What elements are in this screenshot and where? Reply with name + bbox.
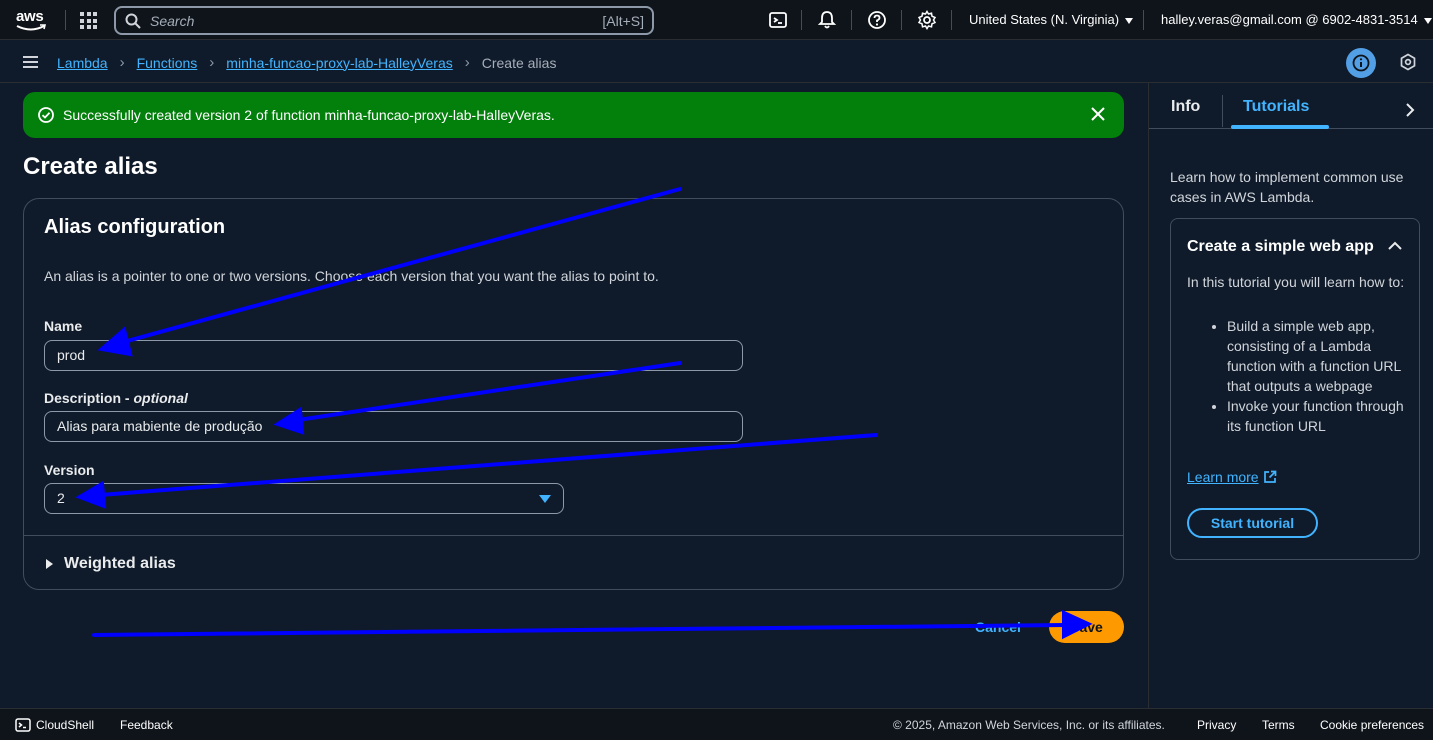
region-label: United States (N. Virginia) [969,12,1120,27]
panel-description: An alias is a pointer to one or two vers… [44,268,659,284]
breadcrumb-functions[interactable]: Functions [137,55,198,71]
settings-hexagon-icon[interactable] [1399,53,1417,71]
flash-message: Successfully created version 2 of functi… [63,107,555,123]
page-title: Create alias [23,153,158,180]
nav-divider [65,10,66,30]
cloudshell-icon [15,718,31,732]
privacy-link[interactable]: Privacy [1197,718,1236,732]
nav-divider [1143,10,1144,30]
list-item: Build a simple web app, consisting of a … [1227,316,1407,396]
save-button[interactable]: Save [1049,611,1124,643]
panel-heading: Alias configuration [44,216,226,238]
nav-divider [951,10,952,30]
version-selected-value: 2 [57,490,65,506]
caret-right-icon [46,559,53,569]
alias-configuration-panel: Alias configuration An alias is a pointe… [23,198,1124,590]
name-label: Name [44,318,83,334]
chevron-right-icon: › [209,54,215,71]
external-link-icon [1263,470,1276,483]
search-input[interactable]: Search [Alt+S] [114,6,654,35]
bell-icon[interactable] [817,10,837,30]
account-menu[interactable]: halley.veras@gmail.com @ 6902-4831-3514 [1161,12,1432,27]
feedback-link[interactable]: Feedback [120,718,173,732]
tutorial-points: Build a simple web app, consisting of a … [1227,316,1407,436]
cloudshell-button[interactable]: CloudShell [15,718,94,732]
help-intro: Learn how to implement common use cases … [1170,169,1404,205]
description-label-text: Description - [44,390,134,406]
aws-logo[interactable]: aws [14,6,50,34]
caret-down-icon [1125,17,1134,24]
breadcrumb-current: Create alias [481,54,557,71]
menu-icon[interactable] [23,56,38,68]
search-shortcut: [Alt+S] [602,13,644,29]
weighted-alias-expander[interactable]: Weighted alias [46,555,176,573]
tutorial-title[interactable]: Create a simple web app [1187,238,1374,256]
gear-icon[interactable] [917,10,937,30]
tab-tutorials[interactable]: Tutorials [1243,98,1309,116]
nav-divider [901,10,902,30]
tutorial-lead: In this tutorial you will learn how to: [1187,274,1405,290]
cloudshell-label: CloudShell [36,718,95,732]
region-selector[interactable]: United States (N. Virginia) [969,12,1134,27]
tutorial-card: Create a simple web app In this tutorial… [1170,218,1420,560]
breadcrumb-function-name[interactable]: minha-funcao-proxy-lab-HalleyVeras [226,55,452,71]
chevron-up-icon[interactable] [1388,241,1402,250]
version-select[interactable]: 2 [44,483,564,514]
name-input[interactable]: prod [44,340,743,371]
start-tutorial-button[interactable]: Start tutorial [1187,508,1318,538]
version-label: Version [44,462,95,478]
services-grid-icon[interactable] [80,12,97,29]
weighted-alias-label: Weighted alias [64,555,176,572]
caret-down-icon [539,495,551,503]
nav-divider [801,10,802,30]
description-label: Description - optional [44,390,188,406]
optional-tag: optional [133,390,188,406]
tab-info[interactable]: Info [1171,98,1200,116]
search-icon [125,13,141,29]
top-navigation: aws Search [Alt+S] United States (N. Vir… [0,0,1433,40]
annotation-arrow [92,623,1068,637]
help-panel: Info Tutorials Learn how to implement co… [1148,83,1433,708]
terms-link[interactable]: Terms [1262,718,1295,732]
active-tab-indicator [1231,125,1329,129]
description-input[interactable]: Alias para mabiente de produção [44,411,743,442]
chevron-right-icon: › [464,54,470,71]
cloudshell-icon[interactable] [768,10,788,30]
chevron-right-icon: › [119,54,125,71]
learn-more-label: Learn more [1187,469,1259,485]
nav-divider [851,10,852,30]
close-icon[interactable] [1090,106,1106,122]
cancel-button[interactable]: Cancel [975,619,1021,635]
cookie-preferences-link[interactable]: Cookie preferences [1320,718,1424,732]
breadcrumb-lambda[interactable]: Lambda [57,55,108,71]
list-item: Invoke your function through its functio… [1227,396,1407,436]
copyright-text: © 2025, Amazon Web Services, Inc. or its… [893,718,1165,732]
chevron-right-icon[interactable] [1405,103,1415,117]
search-placeholder: Search [150,13,195,29]
tab-divider [1222,95,1223,127]
aws-logo-text: aws [16,8,44,25]
success-check-icon [38,107,54,123]
help-tabs: Info Tutorials [1149,83,1433,129]
learn-more-link[interactable]: Learn more [1187,469,1277,485]
footer: CloudShell Feedback © 2025, Amazon Web S… [0,708,1433,740]
help-icon[interactable] [867,10,887,30]
divider [24,535,1123,536]
info-panel-toggle[interactable] [1346,48,1376,78]
account-label: halley.veras@gmail.com @ 6902-4831-3514 [1161,12,1418,27]
breadcrumb-bar: Lambda › Functions › minha-funcao-proxy-… [0,41,1433,83]
success-flashbar: Successfully created version 2 of functi… [23,92,1124,138]
breadcrumb: Lambda › Functions › minha-funcao-proxy-… [57,54,556,71]
caret-down-icon [1423,17,1432,24]
info-icon [1352,54,1370,72]
